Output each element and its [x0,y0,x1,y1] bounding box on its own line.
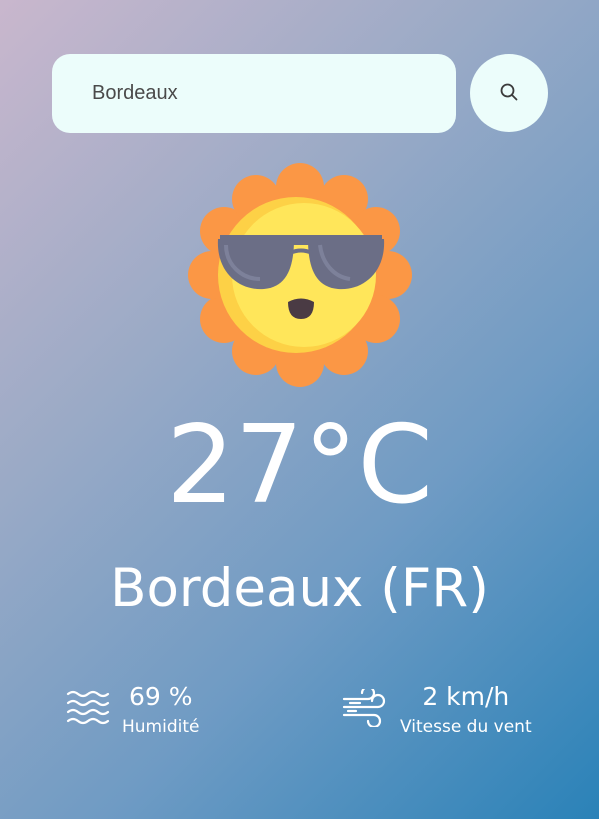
wind-icon [342,685,386,732]
search-button[interactable] [470,54,548,132]
humidity-stat: 69 % Humidité [66,682,199,738]
search-input[interactable] [52,54,456,133]
city-name: Bordeaux (FR) [110,558,489,619]
water-waves-icon [66,689,110,732]
weather-card: 27°C Bordeaux (FR) 69 % Humidité [0,0,599,819]
sun-with-sunglasses-icon [186,160,414,395]
wind-label: Vitesse du vent [400,717,532,737]
humidity-value: 69 % [128,682,193,711]
wind-stat: 2 km/h Vitesse du vent [342,682,532,738]
temperature-value: 27°C [166,403,433,528]
humidity-label: Humidité [122,717,200,737]
search-icon [499,82,519,105]
wind-value: 2 km/h [422,682,510,711]
